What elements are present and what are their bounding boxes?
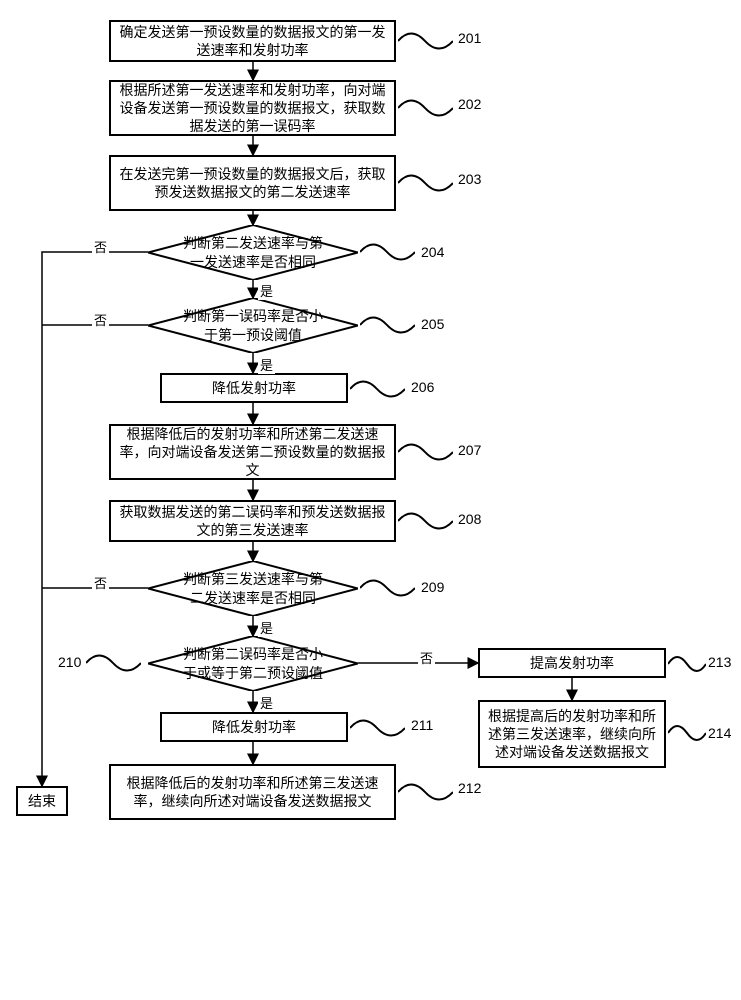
label-201: 201: [458, 30, 481, 46]
label-206: 206: [411, 379, 434, 395]
label-208: 208: [458, 511, 481, 527]
wavy-212: [398, 781, 453, 803]
decision-210-text: 判断第二误码率是否小于或等于第二预设阈值: [178, 645, 328, 681]
step-206-text: 降低发射功率: [212, 379, 296, 397]
edge-209-no: 否: [92, 573, 109, 592]
step-214-text: 根据提高后的发射功率和所述第三发送速率，继续向所述对端设备发送数据报文: [488, 707, 656, 762]
end-node: 结束: [16, 786, 68, 816]
edge-205-yes: 是: [258, 355, 275, 374]
label-214: 214: [708, 725, 731, 741]
label-203: 203: [458, 171, 481, 187]
label-213: 213: [708, 654, 731, 670]
wavy-208: [398, 510, 453, 532]
decision-205-text: 判断第一误码率是否小于第一预设阈值: [178, 307, 328, 343]
label-210: 210: [58, 654, 81, 670]
edge-204-no: 否: [92, 237, 109, 256]
decision-209-text: 判断第三发送速率与第二发送速率是否相同: [178, 570, 328, 606]
label-205: 205: [421, 316, 444, 332]
wavy-214: [668, 722, 706, 744]
step-202: 根据所述第一发送速率和发射功率，向对端设备发送第一预设数量的数据报文，获取数据发…: [109, 80, 396, 136]
label-212: 212: [458, 780, 481, 796]
wavy-204: [360, 241, 415, 263]
decision-209: 判断第三发送速率与第二发送速率是否相同: [148, 561, 358, 616]
step-206: 降低发射功率: [160, 373, 348, 403]
wavy-207: [398, 441, 453, 463]
label-202: 202: [458, 96, 481, 112]
step-208: 获取数据发送的第二误码率和预发送数据报文的第三发送速率: [109, 500, 396, 542]
step-202-text: 根据所述第一发送速率和发射功率，向对端设备发送第一预设数量的数据报文，获取数据发…: [119, 81, 386, 136]
wavy-211: [350, 717, 405, 739]
step-213-text: 提高发射功率: [530, 654, 614, 672]
step-211-text: 降低发射功率: [212, 718, 296, 736]
wavy-206: [350, 378, 405, 400]
step-212-text: 根据降低后的发射功率和所述第三发送速率，继续向所述对端设备发送数据报文: [119, 774, 386, 810]
edge-205-no: 否: [92, 310, 109, 329]
wavy-201: [398, 30, 453, 52]
decision-204-text: 判断第二发送速率与第一发送速率是否相同: [178, 234, 328, 270]
wavy-203: [398, 172, 453, 194]
label-211: 211: [411, 717, 433, 733]
wavy-213: [668, 653, 706, 675]
step-213: 提高发射功率: [478, 648, 666, 678]
label-207: 207: [458, 442, 481, 458]
label-204: 204: [421, 244, 444, 260]
decision-210: 判断第二误码率是否小于或等于第二预设阈值: [148, 636, 358, 691]
step-203: 在发送完第一预设数量的数据报文后，获取预发送数据报文的第二发送速率: [109, 155, 396, 211]
edge-210-yes: 是: [258, 693, 275, 712]
step-207-text: 根据降低后的发射功率和所述第二发送速率，向对端设备发送第二预设数量的数据报文: [119, 425, 386, 480]
wavy-210: [86, 652, 141, 674]
decision-205: 判断第一误码率是否小于第一预设阈值: [148, 298, 358, 353]
end-text: 结束: [28, 792, 56, 810]
step-201: 确定发送第一预设数量的数据报文的第一发送速率和发射功率: [109, 20, 396, 62]
edge-210-no: 否: [418, 648, 435, 667]
step-212: 根据降低后的发射功率和所述第三发送速率，继续向所述对端设备发送数据报文: [109, 764, 396, 820]
edge-209-yes: 是: [258, 618, 275, 637]
step-201-text: 确定发送第一预设数量的数据报文的第一发送速率和发射功率: [119, 23, 386, 59]
edge-204-yes: 是: [258, 281, 275, 300]
step-214: 根据提高后的发射功率和所述第三发送速率，继续向所述对端设备发送数据报文: [478, 700, 666, 768]
decision-204: 判断第二发送速率与第一发送速率是否相同: [148, 225, 358, 280]
step-208-text: 获取数据发送的第二误码率和预发送数据报文的第三发送速率: [119, 503, 386, 539]
label-209: 209: [421, 579, 444, 595]
step-207: 根据降低后的发射功率和所述第二发送速率，向对端设备发送第二预设数量的数据报文: [109, 424, 396, 480]
step-211: 降低发射功率: [160, 712, 348, 742]
wavy-205: [360, 314, 415, 336]
step-203-text: 在发送完第一预设数量的数据报文后，获取预发送数据报文的第二发送速率: [119, 165, 386, 201]
wavy-202: [398, 97, 453, 119]
wavy-209: [360, 577, 415, 599]
